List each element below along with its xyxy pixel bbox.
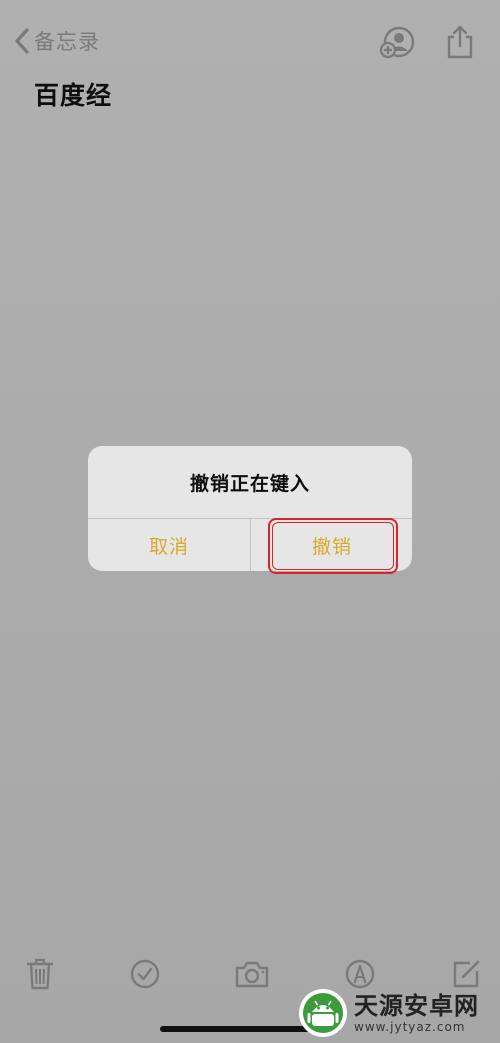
share-button[interactable] bbox=[440, 22, 480, 62]
watermark-title: 天源安卓网 bbox=[354, 992, 479, 1020]
camera-icon bbox=[235, 961, 269, 988]
watermark-url: www.jytyaz.com bbox=[354, 1020, 466, 1034]
watermark-text: 天源安卓网 www.jytyaz.com bbox=[354, 992, 479, 1034]
android-logo-icon bbox=[299, 989, 347, 1037]
back-button-label: 备忘录 bbox=[34, 30, 100, 54]
cancel-button[interactable]: 取消 bbox=[88, 519, 250, 571]
add-person-icon bbox=[379, 26, 415, 59]
trash-icon bbox=[26, 958, 54, 990]
add-person-button[interactable] bbox=[377, 22, 417, 62]
delete-button[interactable] bbox=[22, 956, 58, 992]
site-watermark: 天源安卓网 www.jytyaz.com bbox=[298, 986, 498, 1040]
chevron-left-icon bbox=[15, 28, 29, 54]
notes-screen: 备忘录 百度经 撤销正在键入 取消 撤销 天源安卓网 www.jytyaz.co… bbox=[0, 0, 500, 1043]
checklist-button[interactable] bbox=[127, 956, 163, 992]
camera-button[interactable] bbox=[234, 956, 270, 992]
undo-button[interactable]: 撤销 bbox=[251, 519, 412, 571]
note-title[interactable]: 百度经 bbox=[34, 76, 112, 112]
checklist-icon bbox=[130, 959, 160, 989]
back-button[interactable]: 备忘录 bbox=[14, 26, 100, 56]
share-icon bbox=[447, 25, 473, 59]
alert-title: 撤销正在键入 bbox=[189, 472, 310, 495]
undo-typing-alert: 撤销正在键入 取消 撤销 bbox=[88, 446, 412, 571]
